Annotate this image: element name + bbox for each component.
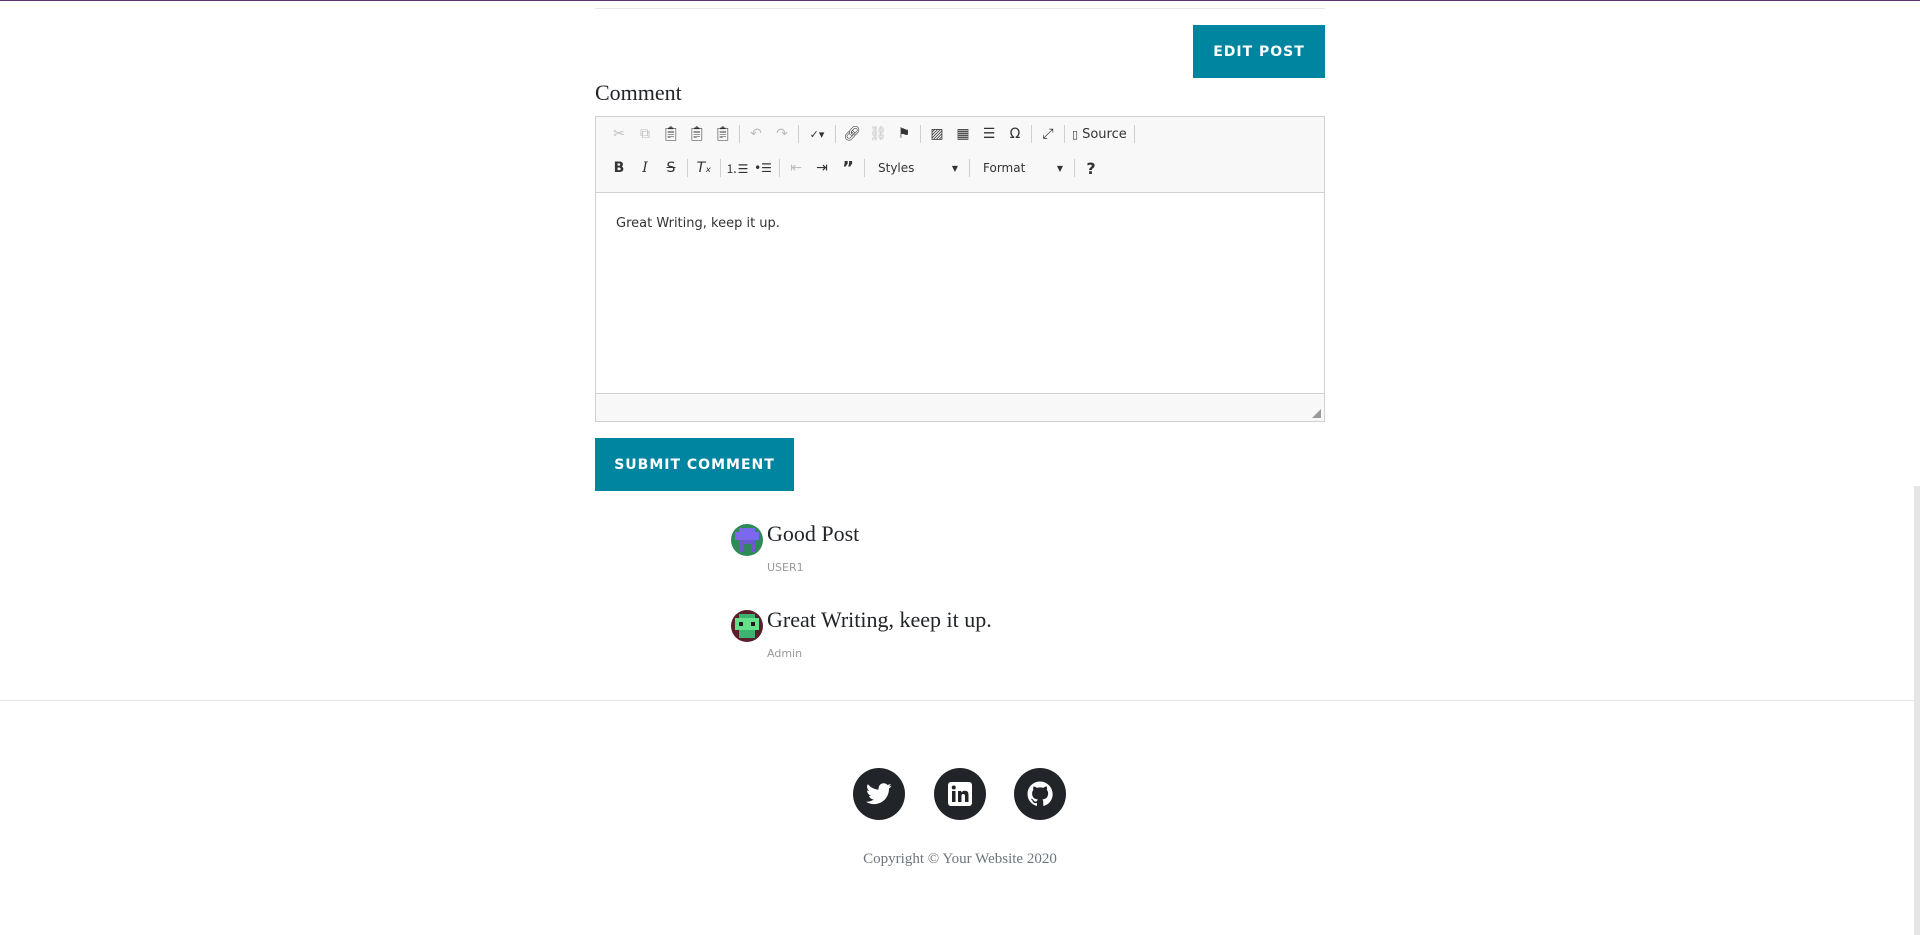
footer-divider — [0, 700, 1920, 701]
indent-icon[interactable]: ⇥ — [809, 156, 835, 180]
toolbar-separator — [969, 159, 970, 177]
toolbar-separator — [739, 125, 740, 143]
horizontal-rule-icon[interactable]: ☰ — [976, 122, 1002, 146]
scrollbar[interactable] — [1914, 486, 1920, 935]
toolbar-separator — [720, 159, 721, 177]
comment-author: USER1 — [767, 561, 804, 574]
undo-icon[interactable]: ↶ — [743, 122, 769, 146]
numbered-list-icon[interactable]: ⒈☰ — [724, 156, 750, 180]
format-label: Format — [983, 161, 1026, 175]
maximize-icon[interactable]: ⤢ — [1035, 122, 1061, 146]
avatar — [731, 610, 763, 642]
submit-comment-button[interactable]: SUBMIT COMMENT — [595, 438, 794, 491]
source-icon: ▯ — [1072, 127, 1079, 141]
toolbar-separator — [687, 159, 688, 177]
editor-toolbar-row-2: B I S Tₓ ⒈☰ •☰ ⇤ ⇥ ” Styles ▼ Format ▼ ? — [606, 155, 1104, 181]
toolbar-separator — [1074, 159, 1075, 177]
special-char-omega-icon[interactable]: Ω — [1002, 122, 1028, 146]
copyright-text: Copyright © Your Website 2020 — [863, 851, 1057, 867]
edit-post-button[interactable]: EDIT POST — [1193, 25, 1325, 78]
redo-icon[interactable]: ↷ — [769, 122, 795, 146]
linkedin-icon — [948, 782, 972, 806]
editor-content-area[interactable]: Great Writing, keep it up. — [596, 192, 1324, 394]
help-icon[interactable]: ? — [1078, 156, 1104, 180]
avatar — [731, 524, 763, 556]
twitter-icon — [866, 783, 892, 805]
editor-text[interactable]: Great Writing, keep it up. — [616, 216, 780, 231]
toolbar-separator — [779, 159, 780, 177]
styles-label: Styles — [878, 161, 915, 175]
chevron-down-icon: ▼ — [1056, 163, 1063, 173]
image-icon[interactable]: ▨ — [924, 122, 950, 146]
bold-icon[interactable]: B — [606, 156, 632, 180]
top-border — [0, 0, 1920, 1]
divider — [595, 8, 1325, 9]
comment-title: Good Post — [767, 521, 860, 546]
blockquote-icon[interactable]: ” — [835, 156, 861, 180]
spellcheck-icon[interactable]: ✓▾ — [802, 122, 832, 146]
comment-heading: Comment — [595, 80, 682, 105]
copy-icon[interactable]: ⧉ — [632, 122, 658, 146]
unlink-icon[interactable]: ⛓ — [865, 122, 891, 146]
styles-dropdown[interactable]: Styles ▼ — [868, 157, 966, 179]
strikethrough-icon[interactable]: S — [658, 156, 684, 180]
remove-format-icon[interactable]: Tₓ — [691, 156, 717, 180]
github-link[interactable] — [1014, 768, 1066, 820]
toolbar-separator — [1031, 125, 1032, 143]
cut-icon[interactable]: ✂ — [606, 122, 632, 146]
anchor-flag-icon[interactable]: ⚑ — [891, 122, 917, 146]
bulleted-list-icon[interactable]: •☰ — [750, 156, 776, 180]
comment-title: Great Writing, keep it up. — [767, 607, 992, 632]
paste-text-icon[interactable]: 📋︎ — [684, 122, 710, 146]
github-icon — [1027, 781, 1053, 806]
toolbar-separator — [798, 125, 799, 143]
resize-handle-icon[interactable] — [1312, 409, 1321, 418]
format-dropdown[interactable]: Format ▼ — [973, 157, 1071, 179]
comment-author: Admin — [767, 647, 803, 660]
italic-icon[interactable]: I — [632, 156, 658, 180]
toolbar-separator — [864, 159, 865, 177]
toolbar-separator — [920, 125, 921, 143]
linkedin-link[interactable] — [934, 768, 986, 820]
paste-icon[interactable]: 📋︎ — [658, 122, 684, 146]
toolbar-separator — [835, 125, 836, 143]
editor-toolbar-row-1: ✂ ⧉ 📋︎ 📋︎ 📋︎ ↶ ↷ ✓▾ 🔗︎ ⛓ ⚑ ▨ ▦ ☰ Ω ⤢ ▯ S… — [606, 121, 1138, 147]
chevron-down-icon: ▼ — [951, 163, 958, 173]
source-label: Source — [1082, 126, 1127, 142]
toolbar-separator — [1064, 125, 1065, 143]
toolbar-separator — [1133, 125, 1135, 143]
outdent-icon[interactable]: ⇤ — [783, 156, 809, 180]
source-button[interactable]: ▯ Source — [1068, 122, 1131, 146]
twitter-link[interactable] — [853, 768, 905, 820]
rich-text-editor: ✂ ⧉ 📋︎ 📋︎ 📋︎ ↶ ↷ ✓▾ 🔗︎ ⛓ ⚑ ▨ ▦ ☰ Ω ⤢ ▯ S… — [595, 116, 1325, 422]
table-icon[interactable]: ▦ — [950, 122, 976, 146]
link-icon[interactable]: 🔗︎ — [839, 122, 865, 146]
paste-word-icon[interactable]: 📋︎ — [710, 122, 736, 146]
